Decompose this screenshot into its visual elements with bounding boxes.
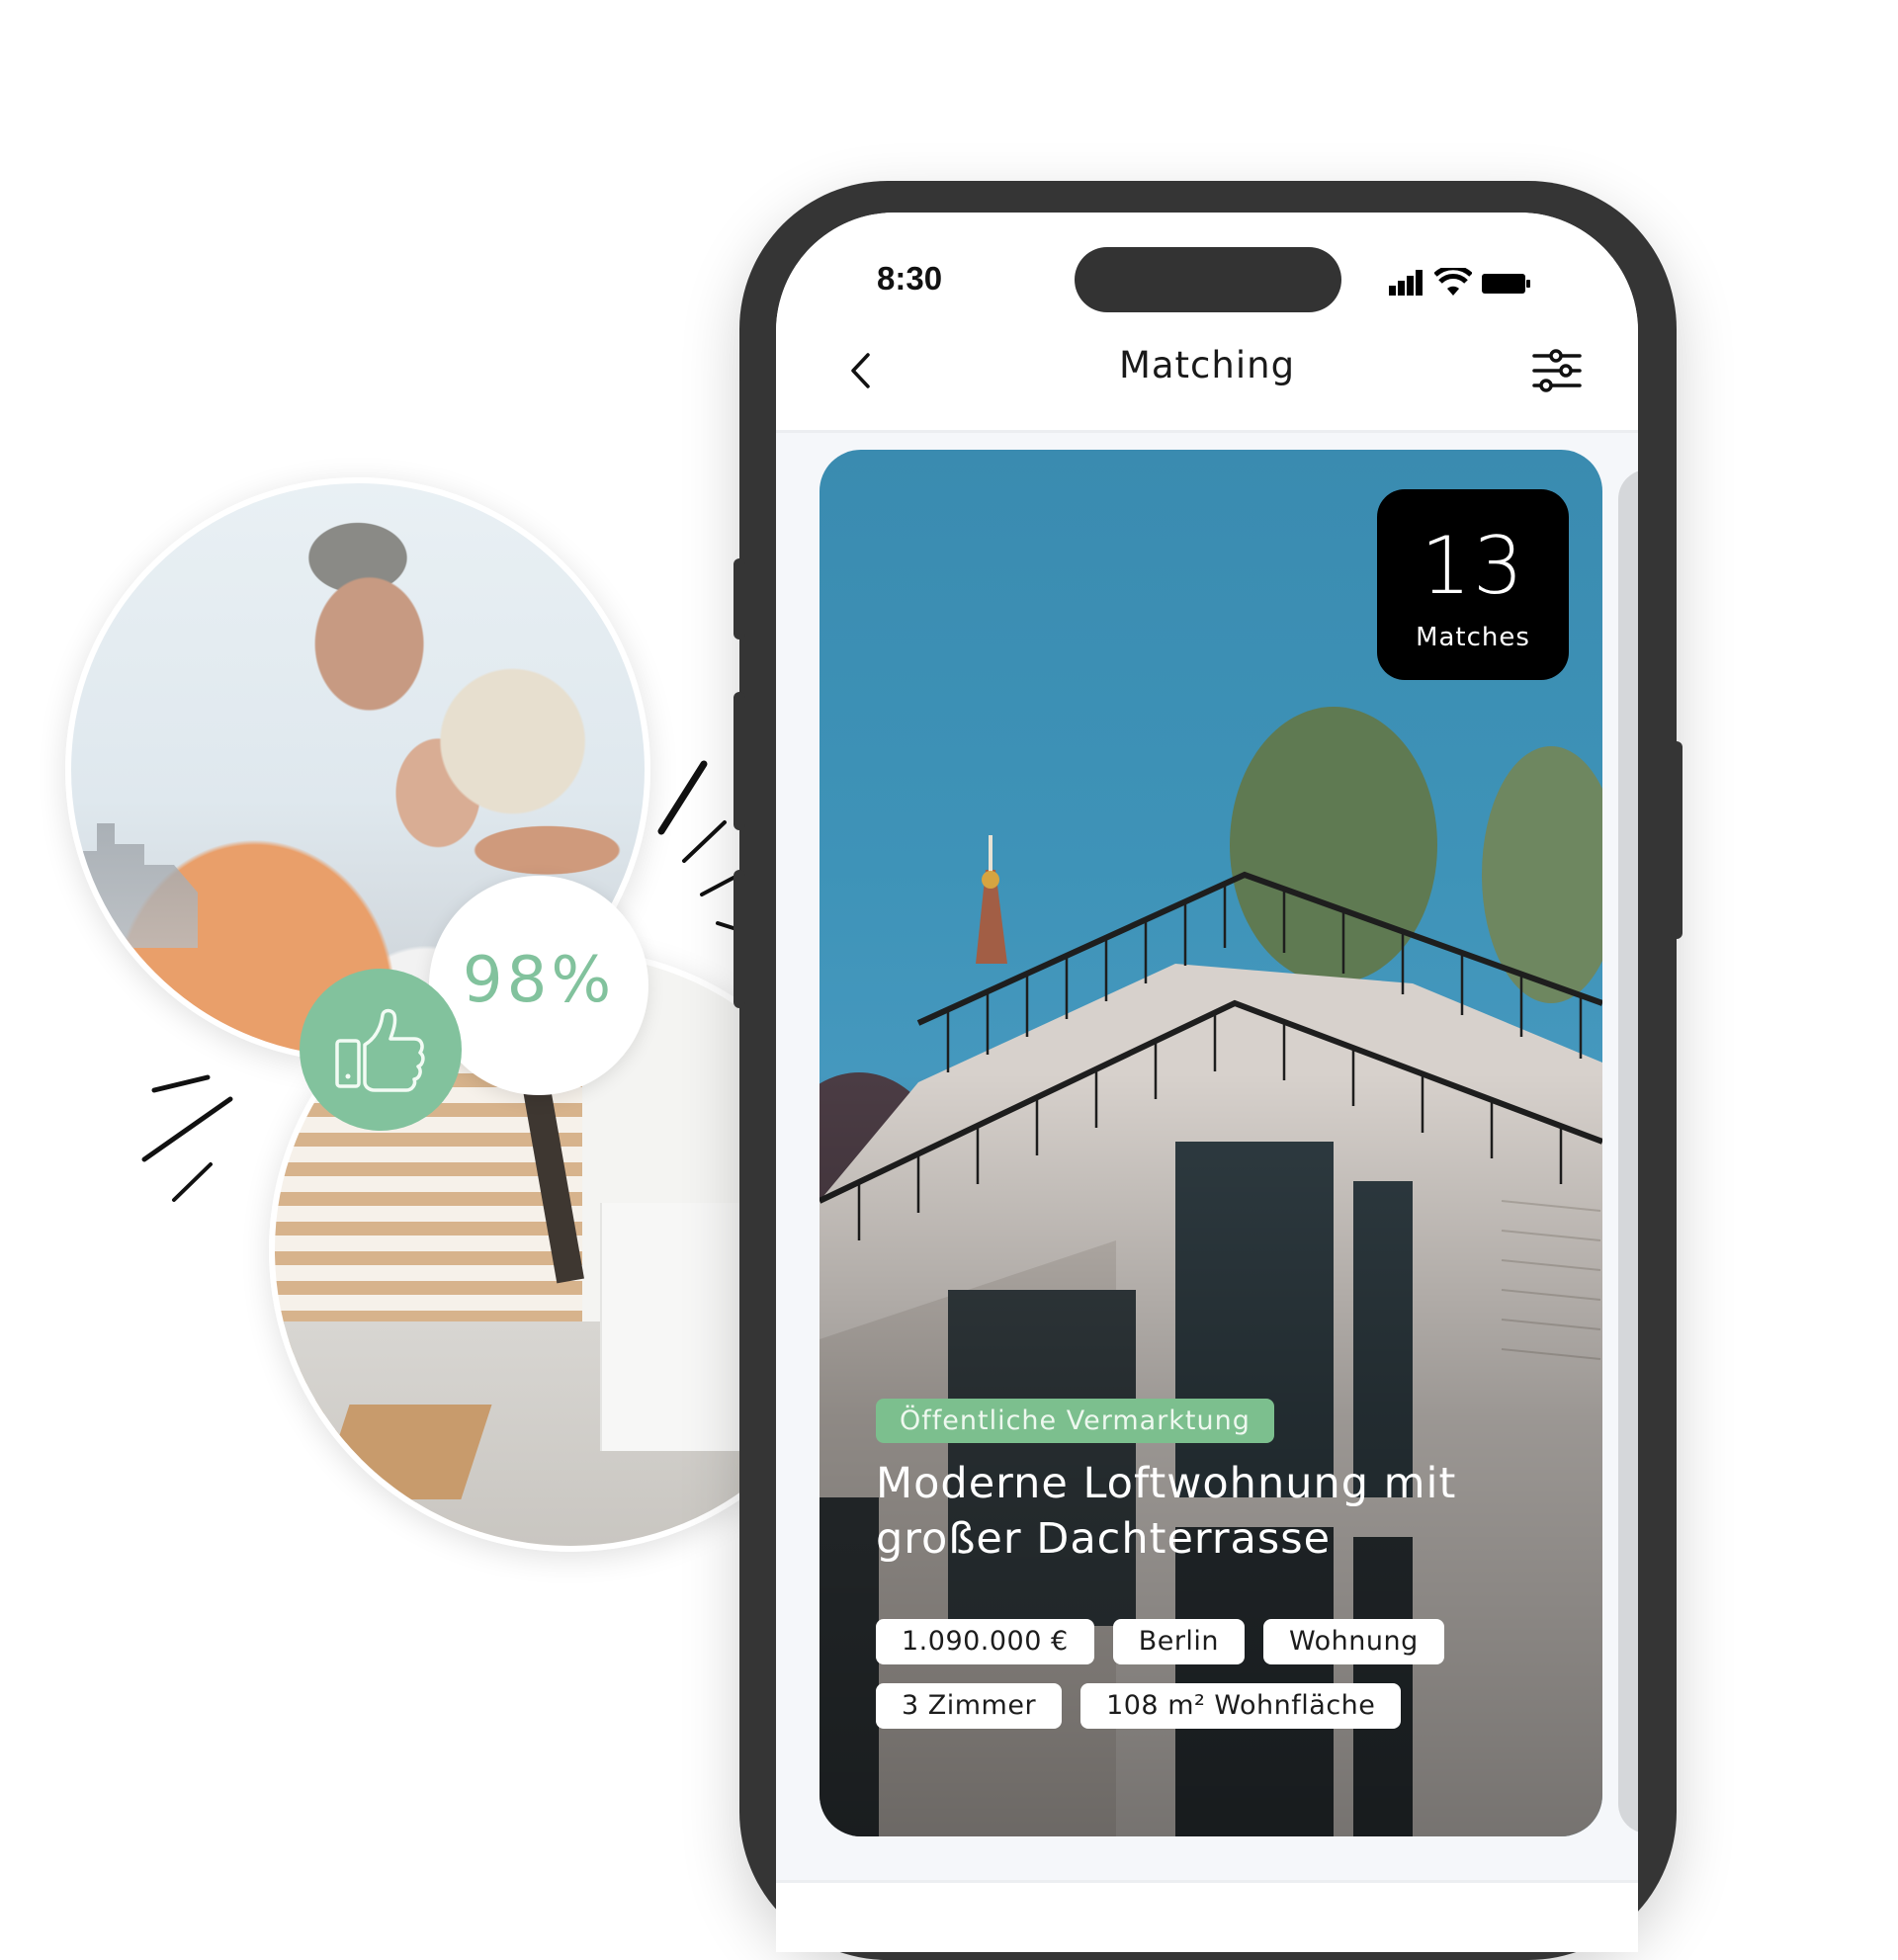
- sliders-icon: [1532, 349, 1582, 392]
- stroke-mark: [172, 1162, 213, 1202]
- photo-spire-ball: [982, 871, 999, 889]
- matches-count: 13: [1421, 520, 1525, 612]
- status-time: 8:30: [877, 260, 943, 297]
- stroke-mark: [700, 876, 735, 896]
- listing-tags: 1.090.000 € Berlin Wohnung 3 Zimmer 108 …: [876, 1619, 1588, 1729]
- interior-rug: [318, 1404, 491, 1499]
- phone-power-button: [1671, 741, 1682, 939]
- stroke-mark: [682, 820, 727, 863]
- page-title: Matching: [1118, 344, 1296, 386]
- listing-title: Moderne Loftwohnung mit großer Dachterra…: [876, 1459, 1457, 1564]
- tag-living-area: 108 m² Wohnfläche: [1080, 1683, 1402, 1729]
- phone-action-button: [733, 558, 745, 639]
- marketing-status-badge: Öffentliche Vermarktung: [876, 1399, 1274, 1443]
- listing-card[interactable]: 13 Matches Öffentliche Vermarktung Moder…: [820, 450, 1602, 1836]
- app-header: 8:30 Matching: [776, 213, 1638, 433]
- photo-tree: [1230, 707, 1437, 983]
- thumbs-up-icon: [335, 1008, 425, 1092]
- tag-city: Berlin: [1112, 1619, 1246, 1664]
- stroke-mark: [141, 1096, 233, 1162]
- tag-property-type: Wohnung: [1263, 1619, 1444, 1664]
- match-percent: 98%: [462, 944, 616, 1017]
- city-skyline: [79, 823, 198, 948]
- tag-rooms: 3 Zimmer: [876, 1683, 1063, 1729]
- dynamic-island: [1075, 247, 1341, 312]
- battery-icon: [1482, 274, 1530, 294]
- signal-icon: [1389, 270, 1423, 296]
- status-icons: [1389, 264, 1531, 296]
- tag-price: 1.090.000 €: [876, 1619, 1094, 1664]
- phone-volume-up-button: [733, 692, 745, 830]
- phone-screen: 8:30 Matching 13 Matches Öffentliche Ver…: [776, 213, 1638, 1952]
- next-card-peek[interactable]: [1618, 469, 1638, 1833]
- matches-badge[interactable]: 13 Matches: [1377, 489, 1569, 680]
- stroke-mark: [151, 1074, 211, 1093]
- wifi-icon: [1434, 268, 1472, 296]
- filter-button[interactable]: [1529, 346, 1585, 395]
- thumbs-up-badge: [300, 969, 462, 1131]
- matches-label: Matches: [1416, 623, 1530, 652]
- phone-volume-down-button: [733, 870, 745, 1008]
- match-percent-badge: 98%: [429, 876, 648, 1095]
- stroke-mark: [657, 760, 708, 835]
- bottom-bar: [776, 1883, 1638, 1952]
